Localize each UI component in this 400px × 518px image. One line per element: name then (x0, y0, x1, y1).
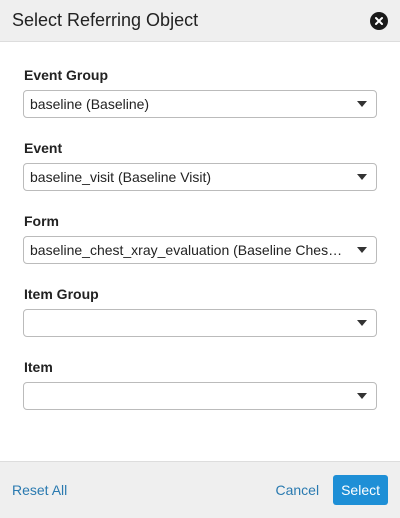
chevron-down-icon (357, 247, 367, 253)
dialog-header: Select Referring Object (0, 0, 400, 42)
chevron-down-icon (357, 101, 367, 107)
dialog-title: Select Referring Object (12, 10, 199, 30)
item-group-select[interactable] (23, 309, 377, 337)
dialog-body: Event Group baseline (Baseline) Event ba… (0, 42, 400, 410)
reset-all-link[interactable]: Reset All (12, 482, 67, 498)
event-field: Event baseline_visit (Baseline Visit) (23, 139, 377, 191)
chevron-down-icon (357, 320, 367, 326)
chevron-down-icon (357, 393, 367, 399)
select-referring-object-dialog: Select Referring Object Event Group base… (0, 0, 400, 518)
item-group-label: Item Group (24, 286, 99, 302)
close-icon[interactable] (370, 11, 388, 30)
event-group-field: Event Group baseline (Baseline) (23, 66, 377, 118)
event-value: baseline_visit (Baseline Visit) (30, 169, 212, 185)
event-group-label: Event Group (24, 67, 109, 83)
select-button[interactable]: Select (333, 475, 388, 505)
event-label: Event (24, 140, 63, 156)
form-field: Form baseline_chest_xray_evaluation (Bas… (23, 212, 377, 264)
event-select[interactable]: baseline_visit (Baseline Visit) (23, 163, 377, 191)
form-select[interactable]: baseline_chest_xray_evaluation (Baseline… (23, 236, 377, 264)
item-group-field: Item Group (23, 285, 377, 337)
item-field: Item (23, 358, 377, 410)
event-group-value: baseline (Baseline) (30, 96, 150, 112)
chevron-down-icon (357, 174, 367, 180)
dialog-footer: Reset All Cancel Select (0, 461, 400, 518)
item-select[interactable] (23, 382, 377, 410)
cancel-button[interactable]: Cancel (275, 482, 319, 498)
form-value: baseline_chest_xray_evaluation (Baseline… (30, 242, 343, 258)
item-label: Item (24, 359, 53, 375)
event-group-select[interactable]: baseline (Baseline) (23, 90, 377, 118)
form-label: Form (24, 213, 59, 229)
